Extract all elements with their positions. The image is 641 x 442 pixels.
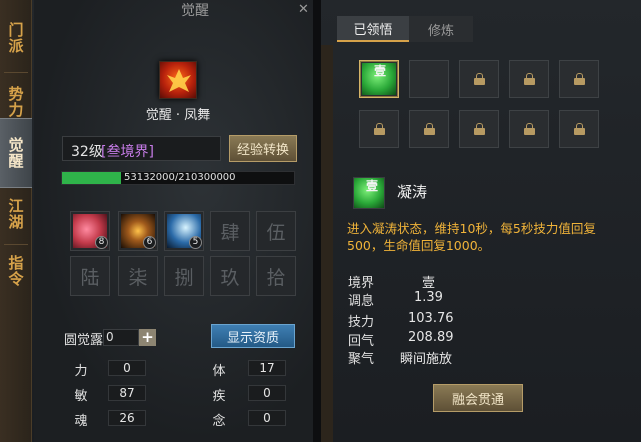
comprehend-slot-1[interactable]: 壹 (359, 60, 399, 98)
selected-skill-icon: 壹 (353, 177, 385, 209)
info-value-breath: 1.39 (414, 290, 443, 305)
level-number: 32级 (71, 144, 103, 160)
awaken-slot-10-locked[interactable]: 拾 (256, 256, 296, 296)
lock-icon (523, 123, 535, 135)
info-label-breath: 调息 (348, 294, 375, 309)
stat-label-min: 敏 (74, 389, 88, 404)
slot-level-badge: 8 (95, 236, 108, 249)
awaken-slot-8-locked[interactable]: 捌 (164, 256, 204, 296)
tab-comprehended[interactable]: 已领悟 (337, 16, 409, 42)
lock-icon (523, 73, 535, 85)
stat-label-ji: 疾 (212, 389, 226, 404)
side-tab-awaken[interactable]: 觉醒 (0, 118, 32, 188)
awaken-slot-7-locked[interactable]: 柒 (118, 256, 158, 296)
side-strip (321, 45, 333, 442)
lock-icon (573, 123, 585, 135)
info-value-regen: 208.89 (408, 330, 454, 345)
info-label-realm: 境界 (348, 276, 375, 291)
side-tab-jianghu[interactable]: 江湖 (0, 186, 32, 242)
comprehend-slot-6[interactable] (359, 110, 399, 148)
info-label-regen: 回气 (348, 334, 375, 349)
exp-progress-text: 53132000/210300000 (124, 172, 236, 183)
comprehend-slot-9[interactable] (509, 110, 549, 148)
comprehend-slot-5[interactable] (559, 60, 599, 98)
comprehend-slot-7[interactable] (409, 110, 449, 148)
stat-value-ji: 0 (248, 385, 286, 401)
info-label-charge: 聚气 (348, 352, 375, 367)
dew-quantity-input[interactable]: 0 (103, 329, 139, 346)
info-value-realm: 壹 (422, 276, 436, 291)
lock-icon (423, 123, 435, 135)
side-tab-command[interactable]: 指令 (0, 246, 32, 296)
comprehend-slot-10[interactable] (559, 110, 599, 148)
panel-title: 觉醒 (181, 3, 209, 19)
side-tab-bar: 门派 势力 觉醒 江湖 指令 (0, 0, 32, 442)
stat-value-min: 87 (108, 385, 146, 401)
tab-cultivate[interactable]: 修炼 (409, 16, 473, 42)
awaken-slot-4-locked[interactable]: 肆 (210, 211, 250, 251)
stat-label-hun: 魂 (74, 414, 88, 429)
awaken-slot-2[interactable]: 6 (118, 211, 158, 251)
comprehend-slot-4[interactable] (509, 60, 549, 98)
awaken-slot-9-locked[interactable]: 玖 (210, 256, 250, 296)
comprehend-slot-3[interactable] (459, 60, 499, 98)
comprehend-slot-2[interactable] (409, 60, 449, 98)
stat-label-li: 力 (74, 364, 88, 379)
lock-icon (473, 73, 485, 85)
exp-progress-bar: 53132000/210300000 (61, 171, 295, 185)
merge-mastery-button[interactable]: 融会贯通 (433, 384, 523, 412)
lock-icon (573, 73, 585, 85)
panel-divider (313, 0, 321, 442)
awaken-slot-5-locked[interactable]: 伍 (256, 211, 296, 251)
stat-label-nian: 念 (212, 414, 226, 429)
awaken-skill-name: 觉醒 · 凤舞 (145, 108, 211, 123)
comprehend-slot-8[interactable] (459, 110, 499, 148)
exp-progress-fill (62, 172, 121, 184)
slot-level-badge: 5 (189, 236, 202, 249)
awaken-skill-icon[interactable] (159, 61, 197, 99)
plus-icon[interactable]: + (139, 329, 156, 346)
awaken-slot-3[interactable]: 5 (164, 211, 204, 251)
selected-skill-name: 凝涛 (397, 183, 428, 201)
side-tab-divider (4, 244, 28, 245)
slot-glyph: 壹 (374, 64, 387, 78)
awakening-panel: 门派 势力 觉醒 江湖 指令 觉醒 ✕ 觉醒 · 凤舞 32级 [叁境界] 经验… (0, 0, 313, 442)
stat-value-li: 0 (108, 360, 146, 376)
show-aptitude-button[interactable]: 显示资质 (211, 324, 295, 348)
stat-value-nian: 0 (248, 410, 286, 426)
exp-convert-button[interactable]: 经验转换 (229, 135, 297, 162)
stat-label-ti: 体 (212, 364, 226, 379)
lock-icon (473, 123, 485, 135)
close-icon[interactable]: ✕ (298, 3, 312, 17)
info-value-skill-power: 103.76 (408, 311, 454, 326)
awaken-slot-6-locked[interactable]: 陆 (70, 256, 110, 296)
dew-label: 圆觉露 (64, 333, 104, 348)
skill-glyph: 壹 (366, 179, 379, 193)
slot-level-badge: 6 (143, 236, 156, 249)
stat-value-hun: 26 (108, 410, 146, 426)
stat-value-ti: 17 (248, 360, 286, 376)
lock-icon (373, 123, 385, 135)
level-display: 32级 [叁境界] (62, 136, 221, 161)
side-tab-sect[interactable]: 门派 (0, 8, 32, 68)
info-label-skill-power: 技力 (348, 315, 375, 330)
selected-skill-description: 进入凝涛状态，维持10秒，每5秒技力值回复500，生命值回复1000。 (347, 221, 596, 253)
realm-label: [叁境界] (101, 144, 154, 160)
info-value-charge: 瞬间施放 (400, 352, 453, 367)
awaken-slot-1[interactable]: 8 (70, 211, 110, 251)
side-tab-divider (4, 72, 28, 73)
comprehension-panel: 已领悟 修炼 壹 壹 凝涛 进入凝涛状态，维持10秒，每5秒技力值回复500，生… (321, 0, 641, 442)
